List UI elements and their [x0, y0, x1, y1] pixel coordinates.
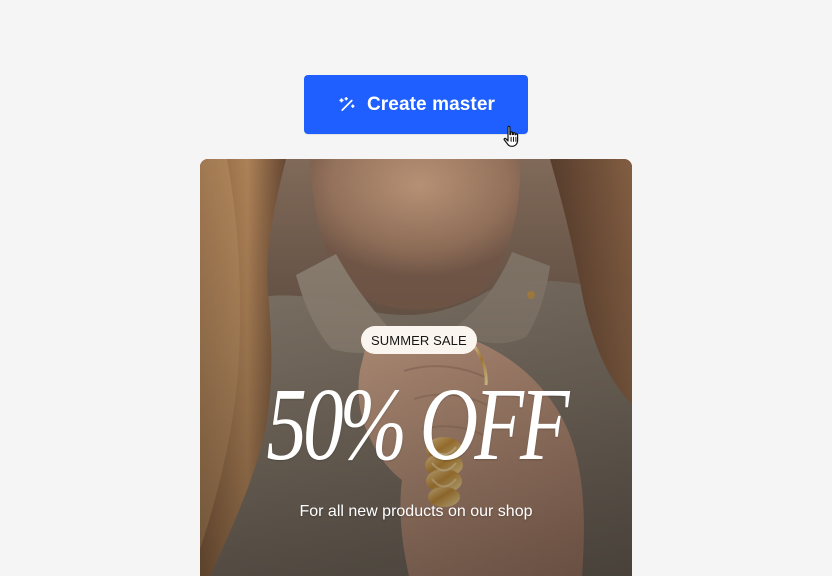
promo-banner: SUMMER SALE 50% OFF For all new products…: [200, 159, 632, 576]
discount-headline: 50% OFF: [266, 367, 569, 482]
banner-subtext: For all new products on our shop: [299, 503, 533, 520]
magic-wand-icon: [339, 96, 355, 111]
hand-pointer-icon: [503, 125, 519, 147]
summer-sale-badge: SUMMER SALE: [361, 326, 477, 354]
create-master-label: Create master: [366, 93, 496, 115]
create-master-button[interactable]: Create master: [304, 75, 528, 134]
